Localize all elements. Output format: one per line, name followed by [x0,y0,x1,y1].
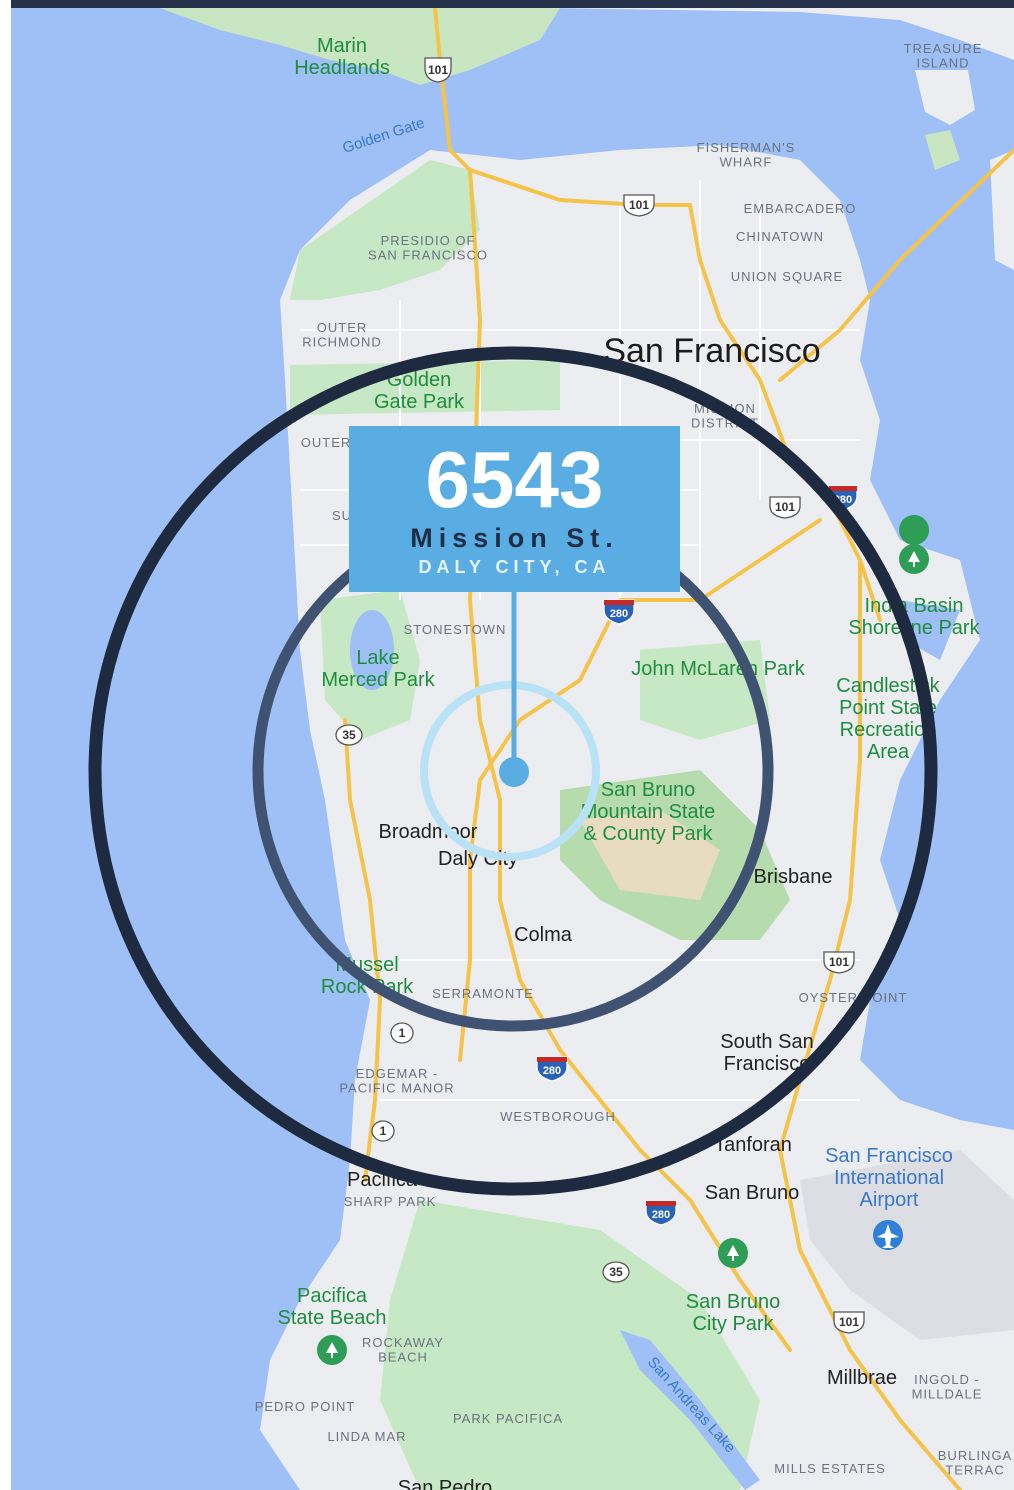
label-linda-mar: LINDA MAR [327,1429,406,1444]
left-border [0,0,11,1490]
shield-us101-millbrae: 101 [833,1311,865,1334]
location-pin-dot [499,757,529,787]
label-westborough: WESTBOROUGH [500,1109,616,1124]
svg-text:101: 101 [629,198,649,212]
label-sharp-park: SHARP PARK [344,1194,437,1209]
shield-us101-brisbane: 101 [823,951,855,974]
svg-text:101: 101 [839,1315,859,1329]
label-colma: Colma [514,924,573,946]
label-embarcadero: EMBARCADERO [744,201,857,216]
svg-text:101: 101 [428,63,448,77]
map-canvas: 101 101 101 101 101 280 280 280 280 35 3… [0,0,1014,1490]
label-ingold-milldale: INGOLD -MILLDALE [912,1372,983,1401]
svg-text:35: 35 [609,1265,623,1279]
shield-ca1-north: 1 [390,1022,414,1044]
svg-text:101: 101 [829,955,849,969]
shield-us101-north: 101 [623,194,655,217]
label-san-bruno-mountain: San Bruno Mountain State & County Park [581,779,716,845]
address-street: Mission St. [410,523,619,553]
shield-ca35-north: 35 [335,724,363,746]
svg-text:280: 280 [652,1209,670,1221]
shield-ca35-south: 35 [602,1261,630,1283]
label-brisbane: Brisbane [754,866,833,888]
label-edgemar: EDGEMAR -PACIFIC MANOR [339,1066,454,1095]
label-john-mclaren-park: John McLaren Park [631,658,805,680]
address-callout: 6543 Mission St. DALY CITY, CA [349,426,680,592]
top-border [0,0,1014,8]
shield-us101-mission: 101 [769,496,801,519]
label-burlingame-terrace: BURLINGA TERRAC [938,1448,1012,1477]
shield-us101-marin: 101 [424,57,452,83]
label-park-pacifica: PARK PACIFICA [453,1411,563,1426]
label-san-bruno: San Bruno [705,1182,800,1204]
label-india-basin: India Basin Shoreline Park [848,595,980,639]
park-tree-icon [317,1335,347,1365]
svg-text:280: 280 [543,1065,561,1077]
label-oyster-point: OYSTER POINT [799,990,908,1005]
svg-text:1: 1 [399,1026,406,1040]
label-san-francisco: San Francisco [603,332,820,370]
svg-text:280: 280 [610,608,628,620]
label-san-pedro: San Pedro [398,1477,493,1490]
label-chinatown: CHINATOWN [736,229,824,244]
airport-icon [873,1220,903,1250]
label-san-bruno-city-park: San Bruno City Park [686,1291,781,1335]
label-presidio: PRESIDIO OF SAN FRANCISCO [368,233,488,262]
label-mills-estates: MILLS ESTATES [774,1461,886,1476]
label-union-square: UNION SQUARE [731,269,843,284]
shield-ca1-south: 1 [371,1120,395,1142]
label-millbrae: Millbrae [827,1367,897,1389]
park-tree-icon [718,1238,748,1268]
label-pedro-point: PEDRO POINT [255,1399,356,1414]
address-city: DALY CITY, CA [418,557,611,577]
svg-text:101: 101 [775,500,795,514]
map-graphic: 101 101 101 101 101 280 280 280 280 35 3… [0,0,1014,1490]
address-number: 6543 [425,435,604,524]
label-serramonte: SERRAMONTE [432,986,534,1001]
svg-text:1: 1 [380,1124,387,1138]
svg-text:35: 35 [342,728,356,742]
label-stonestown: STONESTOWN [404,622,507,637]
label-outer-sunset: OUTER [301,435,352,450]
